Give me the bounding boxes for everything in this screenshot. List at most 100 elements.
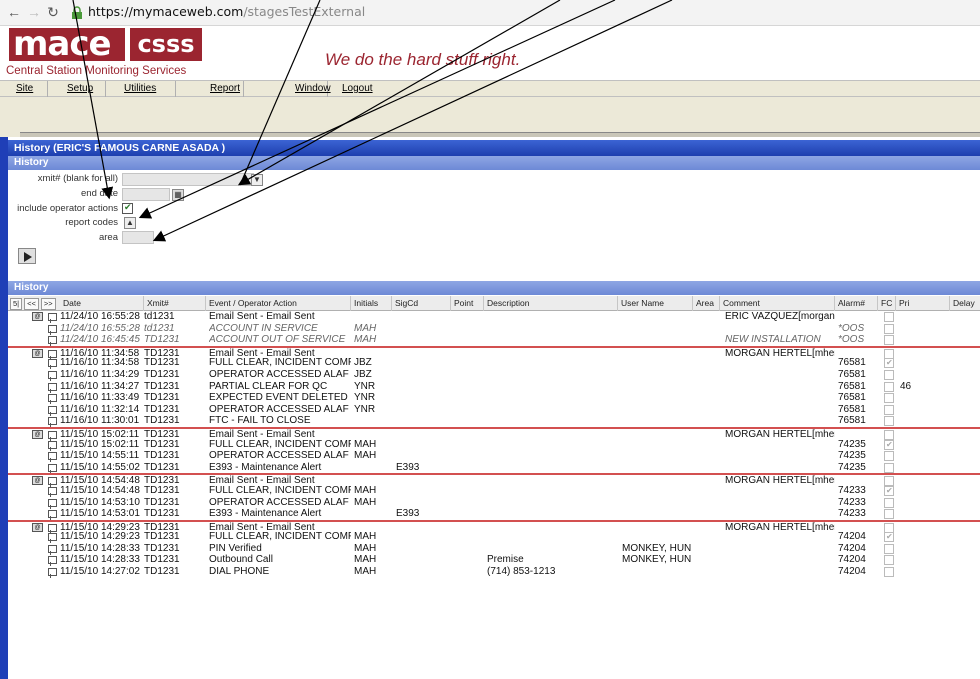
cell-alarm: 74233 bbox=[838, 496, 866, 508]
chevron-down-icon[interactable]: ▼ bbox=[251, 174, 263, 186]
area-input[interactable] bbox=[122, 231, 154, 244]
table-row[interactable]: @11/16/10 11:34:58 TD1231 Email Sent - Ema… bbox=[8, 345, 980, 360]
cell-xmit: TD1231 bbox=[144, 554, 180, 566]
address-bar[interactable]: https://mymaceweb.com/stagesTestExternal bbox=[88, 4, 365, 19]
fc-checkbox[interactable] bbox=[884, 497, 894, 508]
menu-site[interactable]: Site bbox=[0, 81, 48, 97]
fc-checkbox[interactable] bbox=[884, 555, 894, 566]
col-delay[interactable]: Delay bbox=[950, 296, 980, 311]
table-row[interactable]: 11/16/10 11:30:01 TD1231 FTC - FAIL TO CLO… bbox=[8, 415, 980, 428]
cell-alarm: 76581 bbox=[838, 380, 866, 392]
fc-checkbox[interactable] bbox=[884, 485, 894, 497]
table-row[interactable]: 11/15/10 14:53:10 TD1231 OPERATOR ACCESSED… bbox=[8, 497, 980, 509]
col-fc[interactable]: FC bbox=[878, 296, 896, 311]
fc-checkbox[interactable] bbox=[884, 323, 894, 334]
table-row[interactable]: 11/16/10 11:33:49 TD1231 EXPECTED EVENT DE… bbox=[8, 392, 980, 405]
cell-event: FTC - FAIL TO CLOSE bbox=[209, 415, 311, 427]
prev-page-button[interactable]: << bbox=[24, 298, 39, 310]
menu-setup[interactable]: Setup bbox=[48, 81, 106, 97]
table-row[interactable]: 11/16/10 11:32:14 TD1231 OPERATOR ACCESSED… bbox=[8, 404, 980, 416]
table-row[interactable]: @11/15/10 14:54:48 TD1231 Email Sent - Ema… bbox=[8, 473, 980, 488]
cell-alarm: *OOS bbox=[838, 322, 865, 334]
back-icon[interactable]: ← bbox=[6, 4, 22, 20]
reload-icon[interactable]: ↻ bbox=[45, 4, 61, 21]
table-row[interactable]: 11/15/10 14:55:02 TD1231 E393 - Maintenanc… bbox=[8, 462, 980, 474]
chevron-up-icon[interactable]: ▲ bbox=[124, 217, 136, 229]
table-row[interactable]: 11/24/10 16:45:45 TD1231 ACCOUNT OUT OF SE… bbox=[8, 334, 980, 347]
col-xmit[interactable]: Xmit# bbox=[144, 296, 206, 311]
menu-report[interactable]: Report bbox=[176, 81, 244, 97]
cell-alarm: 76581 bbox=[838, 357, 866, 369]
cell-date: 11/24/10 16:55:28 bbox=[60, 322, 140, 334]
table-row[interactable]: @11/24/10 16:55:28 td1231 Email Sent - Ema… bbox=[8, 311, 980, 323]
fc-checkbox[interactable] bbox=[884, 312, 894, 322]
note-icon bbox=[48, 544, 57, 555]
fc-checkbox[interactable] bbox=[884, 543, 894, 554]
end-date-input[interactable] bbox=[122, 188, 170, 201]
col-alarm[interactable]: Alarm# bbox=[835, 296, 878, 311]
table-row[interactable]: 11/15/10 14:27:02 TD1231 DIAL PHONE MAH (714… bbox=[8, 566, 980, 579]
cell-initials: MAH bbox=[354, 531, 377, 543]
table-row[interactable]: 11/15/10 14:54:48 TD1231 FULL CLEAR, INCID… bbox=[8, 485, 980, 497]
col-point[interactable]: Point bbox=[451, 296, 484, 311]
table-row[interactable]: 11/15/10 14:28:33 TD1231 PIN Verified MAH MO… bbox=[8, 543, 980, 555]
cell-event: PIN Verified bbox=[209, 542, 262, 554]
col-date[interactable]: Date bbox=[60, 296, 144, 311]
col-initials[interactable]: Initials bbox=[351, 296, 392, 311]
table-row[interactable]: 11/15/10 14:28:33 TD1231 Outbound Call MAH P… bbox=[8, 554, 980, 567]
fc-checkbox[interactable] bbox=[884, 567, 894, 578]
note-icon bbox=[48, 510, 57, 521]
cell-initials: JBZ bbox=[354, 357, 372, 369]
forward-icon[interactable]: → bbox=[26, 4, 42, 20]
col-comment[interactable]: Comment bbox=[720, 296, 835, 311]
page-size-button[interactable]: 5| bbox=[10, 298, 23, 310]
cell-xmit: TD1231 bbox=[144, 450, 180, 462]
cell-event: FULL CLEAR, INCIDENT COMF bbox=[209, 357, 351, 369]
fc-checkbox[interactable] bbox=[884, 393, 894, 404]
fc-checkbox[interactable] bbox=[884, 531, 894, 543]
cell-event: FULL CLEAR, INCIDENT COMF bbox=[209, 531, 351, 543]
next-page-button[interactable]: >> bbox=[40, 298, 56, 310]
fc-checkbox[interactable] bbox=[884, 462, 894, 473]
table-row[interactable]: 11/15/10 14:53:01 TD1231 E393 - Maintenanc… bbox=[8, 508, 980, 521]
email-icon[interactable]: @ bbox=[32, 312, 43, 321]
run-button[interactable] bbox=[18, 248, 36, 264]
cell-xmit: TD1231 bbox=[144, 484, 180, 496]
table-row[interactable]: 11/15/10 14:55:11 TD1231 OPERATOR ACCESSED… bbox=[8, 450, 980, 463]
table-row[interactable]: 11/16/10 11:34:29 TD1231 OPERATOR ACCESSED… bbox=[8, 369, 980, 381]
fc-checkbox[interactable] bbox=[884, 357, 894, 369]
table-row[interactable]: 11/16/10 11:34:58 TD1231 FULL CLEAR, INCID… bbox=[8, 357, 980, 370]
fc-checkbox[interactable] bbox=[884, 369, 894, 380]
col-event[interactable]: Event / Operator Action bbox=[206, 296, 351, 311]
fc-checkbox[interactable] bbox=[884, 335, 894, 346]
fc-checkbox[interactable] bbox=[884, 381, 894, 392]
cell-alarm: 74235 bbox=[838, 450, 866, 462]
table-row[interactable]: 11/16/10 11:34:27 TD1231 PARTIAL CLEAR FOR… bbox=[8, 381, 980, 393]
fc-checkbox[interactable] bbox=[884, 404, 894, 415]
panel-title: History bbox=[8, 156, 980, 170]
menu-logout[interactable]: Logout bbox=[328, 81, 398, 97]
col-description[interactable]: Description bbox=[484, 296, 618, 311]
table-row[interactable]: @11/15/10 15:02:11 TD1231 Email Sent - Ema… bbox=[8, 426, 980, 441]
fc-checkbox[interactable] bbox=[884, 451, 894, 462]
include-ops-checkbox[interactable] bbox=[122, 202, 133, 214]
col-area[interactable]: Area bbox=[693, 296, 720, 311]
cell-alarm: 76581 bbox=[838, 403, 866, 415]
menu-window[interactable]: Window bbox=[244, 81, 331, 97]
xmit-select[interactable] bbox=[122, 173, 254, 186]
table-row[interactable]: @11/15/10 14:29:23 TD1231 Email Sent - Ema… bbox=[8, 519, 980, 534]
calendar-icon[interactable]: ▦ bbox=[172, 189, 184, 201]
menu-utilities[interactable]: Utilities bbox=[106, 81, 176, 97]
table-row[interactable]: 11/24/10 16:55:28 td1231 ACCOUNT IN SERVIC… bbox=[8, 323, 980, 335]
fc-checkbox[interactable] bbox=[884, 509, 894, 520]
fc-checkbox[interactable] bbox=[884, 416, 894, 427]
cell-date: 11/24/10 16:45:45 bbox=[60, 334, 140, 346]
left-strip bbox=[0, 137, 8, 679]
table-row[interactable]: 11/15/10 15:02:11 TD1231 FULL CLEAR, INCID… bbox=[8, 439, 980, 451]
table-row[interactable]: 11/15/10 14:29:23 TD1231 FULL CLEAR, INCID… bbox=[8, 531, 980, 544]
col-user-name[interactable]: User Name bbox=[618, 296, 693, 311]
col-pri[interactable]: Pri bbox=[896, 296, 950, 311]
fc-checkbox[interactable] bbox=[884, 439, 894, 450]
col-sigcd[interactable]: SigCd bbox=[392, 296, 451, 311]
cell-xmit: TD1231 bbox=[144, 461, 180, 473]
